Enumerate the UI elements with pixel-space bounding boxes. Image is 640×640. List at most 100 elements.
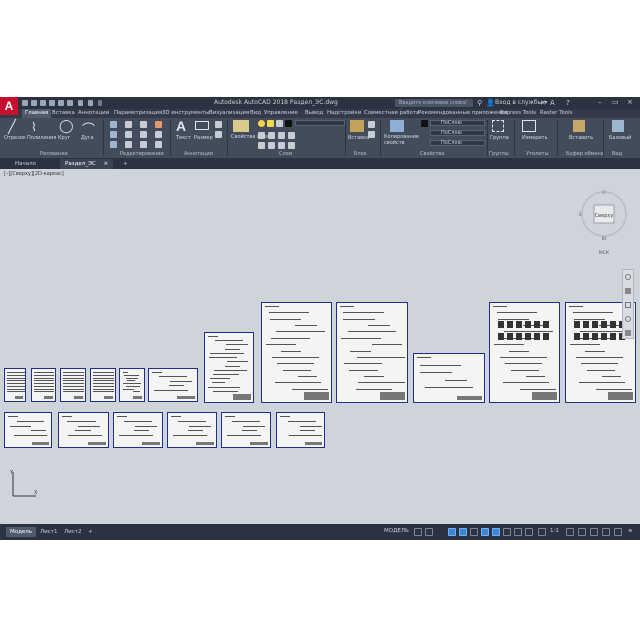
circle-tool-label[interactable]: Круг [58,135,70,141]
annotation-panel-title[interactable]: Аннотации [184,151,213,157]
showmotion-icon[interactable] [625,330,631,336]
insert-block-icon[interactable] [350,120,364,132]
close-window-icon[interactable]: × [627,98,633,106]
offset-icon[interactable] [155,141,162,148]
orbit-icon[interactable] [625,316,631,322]
lineweight-dropdown[interactable]: ПоСлою [430,130,485,136]
layer-tool-5-icon[interactable] [258,142,265,149]
dimension-tool-label[interactable]: Размер [194,135,213,141]
drawing-sheet-3[interactable] [60,368,86,402]
group-label[interactable]: Группа [490,135,509,141]
drawing-sheet-18[interactable] [276,412,325,448]
array-icon[interactable] [140,141,147,148]
insert-block-label[interactable]: Вставка [348,135,369,141]
ribbon-tab-10[interactable]: Надстройки [327,110,361,116]
drawing-sheet-5[interactable] [119,368,145,402]
group-icon[interactable] [492,120,504,132]
ribbon-tab-11[interactable]: Совместная работа [364,110,419,116]
layers-panel-title[interactable]: Слои [279,151,292,157]
line-tool-icon[interactable]: ╱ [8,120,16,135]
drawing-sheet-4[interactable] [90,368,116,402]
a360-icon[interactable]: A [550,99,555,107]
web-mobile-icon[interactable] [58,100,64,106]
view-panel-title[interactable]: Вид [612,151,622,157]
layer-freeze-icon[interactable] [267,120,274,127]
ribbon-tab-5[interactable]: 3D инструменты [162,110,209,116]
polyline-tool-icon[interactable]: ⌇ [31,120,37,134]
trim-icon[interactable] [140,121,147,128]
layer-on-icon[interactable] [258,120,265,127]
file-tab-current[interactable]: Раздел_ЭС × [60,159,114,169]
measure-icon[interactable] [522,120,536,132]
stretch-icon[interactable] [110,141,117,148]
edit-block-icon[interactable] [368,131,375,138]
lineweight-display-icon[interactable] [503,528,511,536]
autocad-logo-icon[interactable]: A [0,97,18,115]
minimize-icon[interactable]: – [598,98,602,106]
navigation-bar[interactable] [622,269,634,339]
grid-display-icon[interactable] [414,528,422,536]
drawing-sheet-2[interactable] [31,368,56,402]
layer-color-icon[interactable] [285,120,292,127]
drawing-sheet-15[interactable] [113,412,163,448]
ortho-mode-icon[interactable] [448,528,456,536]
ribbon-tab-14[interactable]: Raster Tools [540,110,572,116]
open-file-icon[interactable] [31,100,37,106]
paste-label[interactable]: Вставить [569,135,593,141]
object-snap-icon[interactable] [492,528,500,536]
ribbon-tab-9[interactable]: Вывод [305,110,323,116]
ribbon-tab-2[interactable]: Вставка [52,110,75,116]
utilities-panel-title[interactable]: Утилиты [526,151,549,157]
add-layout-plus-icon[interactable]: + [84,527,97,537]
steering-wheel-icon[interactable] [625,274,631,280]
drawing-sheet-7[interactable] [204,332,254,403]
save-icon[interactable] [40,100,46,106]
redo-icon[interactable] [88,100,93,106]
save-as-icon[interactable] [49,100,55,106]
viewcube[interactable]: Сверху С Ю З В МСК [577,187,630,257]
workspace-switch-icon[interactable] [566,528,574,536]
color-swatch-icon[interactable] [421,120,428,127]
annotation-visibility-icon[interactable] [538,528,546,536]
modify-panel-title[interactable]: Редактирование [120,151,164,157]
drawing-sheet-8[interactable] [261,302,332,403]
layer-tool-2-icon[interactable] [268,132,275,139]
drawing-sheet-13[interactable] [4,412,52,448]
match-properties-icon[interactable] [390,120,404,132]
ribbon-tab-13[interactable]: Express Tools [500,110,536,116]
drawing-sheet-17[interactable] [221,412,271,448]
linetype-dropdown[interactable]: ПоСлою [430,140,485,146]
isodraft-icon[interactable] [470,528,478,536]
exchange-icon[interactable]: ✕ [540,99,546,107]
explode-icon[interactable] [155,131,162,138]
layer-tool-4-icon[interactable] [288,132,295,139]
qat-dropdown-icon[interactable] [98,100,102,106]
layer-tool-6-icon[interactable] [268,142,275,149]
drawing-sheet-11[interactable] [489,302,560,403]
drawing-sheet-1[interactable] [4,368,26,402]
layer-tool-3-icon[interactable] [278,132,285,139]
isolate-objects-icon[interactable] [602,528,610,536]
layer-tool-1-icon[interactable] [258,132,265,139]
ribbon-tab-8[interactable]: Управление [264,110,298,116]
polyline-tool-label[interactable]: Полилиния [27,135,56,141]
new-file-icon[interactable] [22,100,28,106]
table-icon[interactable] [215,131,222,138]
measure-label[interactable]: Измерить [522,135,548,141]
block-panel-title[interactable]: Блок [354,151,367,157]
groups-panel-title[interactable]: Группы [489,151,509,157]
file-tab-start[interactable]: Начало [10,159,41,169]
units-icon[interactable] [590,528,598,536]
ribbon-tab-1[interactable]: Главная [22,109,52,118]
customization-menu-icon[interactable]: ≡ [628,528,633,536]
object-snap-tracking-icon[interactable] [481,528,489,536]
transparency-icon[interactable] [514,528,522,536]
drawing-canvas[interactable]: [–][Сверху][2D-каркас] Y X Сверху С Ю З … [0,169,640,524]
move-icon[interactable] [110,121,117,128]
viewport-controls-label[interactable]: [–][Сверху][2D-каркас] [4,171,64,177]
sign-in-button[interactable]: Вход в службы ▾ [486,99,547,106]
layer-dropdown[interactable] [295,120,345,126]
clean-screen-icon[interactable] [614,528,622,536]
ribbon-tab-12[interactable]: Рекомендованные приложения [418,110,508,116]
ribbon-tab-3[interactable]: Аннотации [78,110,109,116]
